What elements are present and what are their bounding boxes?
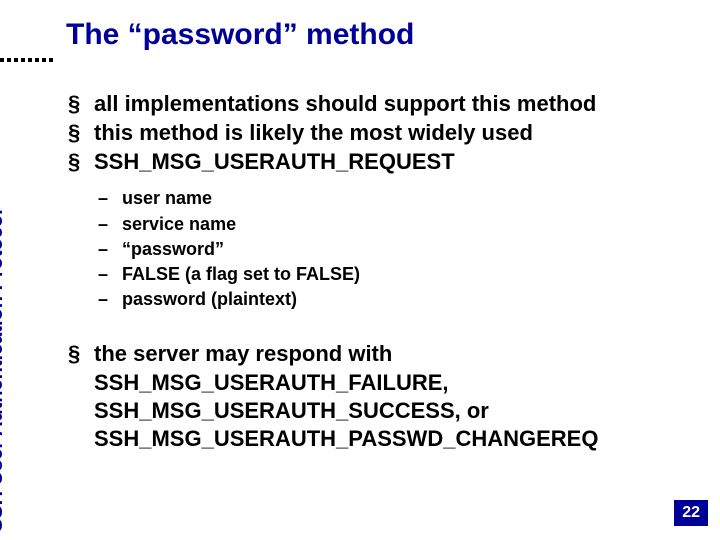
slide: The “password” method SSH User Authentic… <box>0 0 720 540</box>
sub-item: user name <box>98 186 700 211</box>
content-area: all implementations should support this … <box>68 90 700 454</box>
sub-list: user name service name “password” FALSE … <box>98 186 700 312</box>
bullet-list-top: all implementations should support this … <box>68 90 700 176</box>
title-underline-dashes <box>0 58 60 62</box>
bullet-item: the server may respond with SSH_MSG_USER… <box>68 340 700 453</box>
sidebar-label: SSH User Authentication Protocol <box>0 209 8 532</box>
slide-title: The “password” method <box>66 18 414 52</box>
sub-item: password (plaintext) <box>98 287 700 312</box>
bullet-list-bottom: the server may respond with SSH_MSG_USER… <box>68 340 700 453</box>
sub-item: service name <box>98 212 700 237</box>
sub-item: “password” <box>98 237 700 262</box>
sub-item: FALSE (a flag set to FALSE) <box>98 262 700 287</box>
page-number: 22 <box>674 500 708 526</box>
bullet-item: this method is likely the most widely us… <box>68 119 700 147</box>
bullet-item: all implementations should support this … <box>68 90 700 118</box>
bullet-item: SSH_MSG_USERAUTH_REQUEST <box>68 148 700 176</box>
sidebar: SSH User Authentication Protocol <box>8 105 38 532</box>
